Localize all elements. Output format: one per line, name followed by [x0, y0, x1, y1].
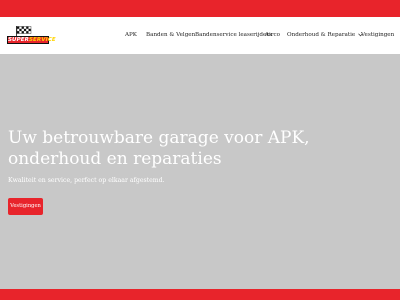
nav-item-apk[interactable]: APK — [125, 30, 137, 40]
nav-item-onderhoud-reparatie[interactable]: Onderhoud & Reparatie — [287, 30, 364, 40]
nav-item-banden-velgen[interactable]: Banden & Velgen — [146, 30, 195, 40]
hero-title-line-1: Uw betrouwbare garage voor APK, — [8, 128, 310, 148]
hero-section: Uw betrouwbare garage voor APK, onderhoud… — [0, 54, 400, 289]
hero-subtitle: Kwaliteit en service, perfect op elkaar … — [8, 177, 165, 184]
hero-title-line-2: onderhoud en reparaties — [8, 149, 222, 169]
nav-item-onderhoud-reparatie-label: Onderhoud & Reparatie — [287, 32, 356, 38]
top-accent-bar — [0, 0, 400, 17]
vestigingen-button[interactable]: Vestigingen — [8, 198, 43, 215]
bottom-accent-bar — [0, 289, 400, 300]
main-navigation: APK Banden & Velgen Bandenservice leaser… — [0, 30, 400, 42]
nav-item-bandenservice-leaserijders[interactable]: Bandenservice leaserijders — [195, 30, 272, 40]
nav-item-vestigingen[interactable]: Vestigingen — [361, 30, 394, 40]
site-header: SUPERSERVICE APK Banden & Velgen Bandens… — [0, 17, 400, 54]
nav-item-airco[interactable]: Airco — [265, 30, 280, 40]
hero-title: Uw betrouwbare garage voor APK, onderhoud… — [8, 128, 328, 170]
